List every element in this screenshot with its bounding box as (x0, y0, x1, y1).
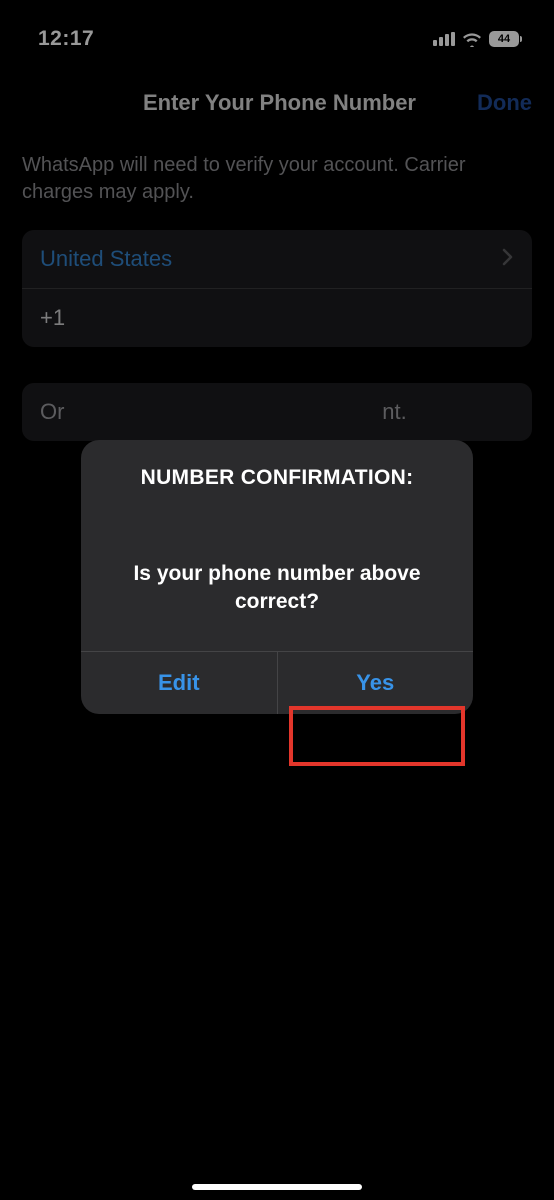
alert-buttons: Edit Yes (81, 651, 473, 714)
yes-button[interactable]: Yes (278, 652, 474, 714)
alert-message: Is your phone number above correct? (81, 500, 473, 651)
edit-button[interactable]: Edit (81, 652, 278, 714)
confirmation-alert: NUMBER CONFIRMATION: Is your phone numbe… (81, 440, 473, 714)
home-indicator (192, 1184, 362, 1190)
alert-title: NUMBER CONFIRMATION: (81, 440, 473, 500)
